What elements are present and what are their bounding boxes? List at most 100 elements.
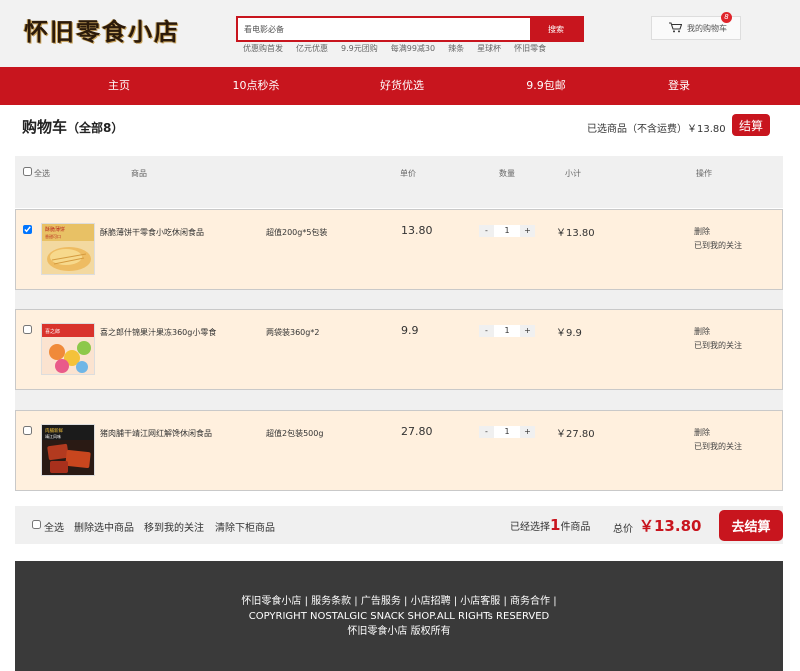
select-all-checkbox[interactable] [23,167,32,176]
row-spacer [15,390,783,410]
row-spacer [15,290,783,310]
item-checkbox[interactable] [23,325,32,334]
total-price: ￥13.80 [639,517,702,535]
svg-text:靖江风味: 靖江风味 [45,433,61,439]
column-header-product: 商品 [131,169,147,178]
item-subtotal: ￥13.80 [556,228,595,239]
copyright-text: COPYRIGHT NOSTALGIC SNACK SHOP.ALL RIGHT… [248,611,550,622]
delete-selected-link[interactable]: 删除选中商品 [74,519,134,534]
svg-text:喜之郎: 喜之郎 [45,328,60,335]
checkout-button[interactable]: 去结算 [719,510,783,541]
row-spacer [15,188,783,208]
clear-removed-items-link[interactable]: 清除下柜商品 [215,519,275,534]
quantity-increase-button[interactable]: + [520,324,535,337]
delete-item-link[interactable]: 删除 [694,325,742,339]
cart-table-header: 全选 商品 单价 数量 小计 操作 [15,156,783,188]
quantity-increase-button[interactable]: + [520,425,535,438]
cart-summary-bar: 全选 删除选中商品 移到我的关注 清除下柜商品 已经选择1件商品 总价 ￥13.… [15,506,783,544]
column-header-operation: 操作 [696,169,712,178]
cart-item-row: 酥脆薄饼 香甜可口 酥脆薄饼干零食小吃休闲食品 超值200g*5包装 13.80… [15,209,783,290]
nav-item-home[interactable]: 主页 [108,67,130,105]
quantity-decrease-button[interactable]: - [479,425,494,438]
selected-count-info: 已经选择1件商品 [510,516,591,534]
hot-link[interactable]: 怀旧零食 [514,43,546,54]
product-name[interactable]: 喜之郎什锦果汁果冻360g小零食 [100,327,216,338]
quantity-input[interactable] [494,425,520,438]
total-label: 总价 [613,524,633,535]
quantity-stepper: - + [479,425,535,438]
move-to-follow-link-bottom[interactable]: 移到我的关注 [144,519,204,534]
product-image-jelly[interactable]: 喜之郎 [41,323,95,375]
delete-item-link[interactable]: 删除 [694,225,742,239]
column-header-quantity: 数量 [499,169,515,178]
shopping-cart-icon [669,21,683,35]
move-to-follow-link[interactable]: 已到我的关注 [694,339,742,353]
search-box: 搜索 [236,16,584,42]
unit-price: 27.80 [401,425,433,438]
product-name[interactable]: 猪肉脯干靖江网红解馋休闲食品 [100,428,212,439]
product-spec: 超值2包装500g [266,429,324,438]
cart-count: （全部8） [67,121,124,135]
quantity-stepper: - + [479,224,535,237]
nav-item-login[interactable]: 登录 [668,67,690,105]
unit-price: 13.80 [401,224,433,237]
item-checkbox[interactable] [23,225,32,234]
item-operations: 删除 已到我的关注 [694,325,742,353]
site-header: 怀旧零食小店 搜索 优惠购首发 亿元优惠 9.9元团购 每满99减30 辣条 星… [0,0,800,67]
hot-link[interactable]: 优惠购首发 [243,43,283,54]
product-image-pork-jerky[interactable]: 肉脯新鲜 靖江风味 [41,424,95,476]
item-subtotal: ￥27.80 [556,429,595,440]
item-operations: 删除 已到我的关注 [694,426,742,454]
quantity-increase-button[interactable]: + [520,224,535,237]
select-all-checkbox-bottom[interactable] [32,520,41,529]
svg-text:香甜可口: 香甜可口 [45,233,61,239]
hot-link[interactable]: 9.9元团购 [341,43,378,54]
footer-links[interactable]: 怀旧零食小店 | 服务条款 | 广告服务 | 小店招聘 | 小店客服 | 商务合… [15,594,783,609]
cart-title: 购物车（全部8） [22,118,124,136]
item-checkbox[interactable] [23,426,32,435]
my-cart-label: 我的购物车 [687,23,727,33]
select-all-label: 全选 [34,169,50,178]
move-to-follow-link[interactable]: 已到我的关注 [694,440,742,454]
selected-count: 1 [550,516,561,534]
column-header-subtotal: 小计 [565,169,581,178]
selected-info: 已选商品（不含运费）￥13.80 [587,124,726,135]
hot-link[interactable]: 亿元优惠 [296,43,328,54]
nav-item-flash-sale[interactable]: 10点秒杀 [233,67,280,105]
item-operations: 删除 已到我的关注 [694,225,742,253]
checkout-button-top[interactable]: 结算 [732,114,770,136]
hot-links: 优惠购首发 亿元优惠 9.9元团购 每满99减30 辣条 星球杯 怀旧零食 [243,43,559,54]
logo[interactable]: 怀旧零食小店 [24,12,180,47]
cart-item-row: 喜之郎 喜之郎什锦果汁果冻360g小零食 两袋装360g*2 9.9 - + ￥… [15,309,783,390]
move-to-follow-link[interactable]: 已到我的关注 [694,239,742,253]
nav-item-free-shipping[interactable]: 9.9包邮 [526,67,566,105]
cart-item-row: 肉脯新鲜 靖江风味 猪肉脯干靖江网红解馋休闲食品 超值2包装500g 27.80… [15,410,783,491]
quantity-decrease-button[interactable]: - [479,224,494,237]
search-button[interactable]: 搜索 [530,18,582,40]
quantity-input[interactable] [494,224,520,237]
item-subtotal: ￥9.9 [556,328,582,339]
quantity-decrease-button[interactable]: - [479,324,494,337]
my-cart-button[interactable]: 我的购物车 8 [651,12,741,40]
product-image-biscuit[interactable]: 酥脆薄饼 香甜可口 [41,223,95,275]
nav-item-picks[interactable]: 好货优选 [380,67,424,105]
hot-link[interactable]: 辣条 [448,43,464,54]
cart-count-badge: 8 [721,12,732,23]
svg-text:酥脆薄饼: 酥脆薄饼 [45,226,65,233]
product-spec: 两袋装360g*2 [266,328,320,337]
quantity-stepper: - + [479,324,535,337]
hot-link[interactable]: 星球杯 [477,43,501,54]
search-input[interactable] [238,18,530,40]
column-header-unit-price: 单价 [400,169,416,178]
svg-text:肉脯新鲜: 肉脯新鲜 [45,427,63,434]
site-footer: 怀旧零食小店 | 服务条款 | 广告服务 | 小店招聘 | 小店客服 | 商务合… [15,561,783,671]
delete-item-link[interactable]: 删除 [694,426,742,440]
product-spec: 超值200g*5包装 [266,228,328,237]
main-nav: 主页 10点秒杀 好货优选 9.9包邮 登录 [0,67,800,105]
quantity-input[interactable] [494,324,520,337]
product-name[interactable]: 酥脆薄饼干零食小吃休闲食品 [100,227,204,238]
copyright-cn: 怀旧零食小店 版权所有 [347,626,451,637]
select-all-label-bottom: 全选 [44,523,64,534]
hot-link[interactable]: 每满99减30 [391,43,435,54]
unit-price: 9.9 [401,324,419,337]
